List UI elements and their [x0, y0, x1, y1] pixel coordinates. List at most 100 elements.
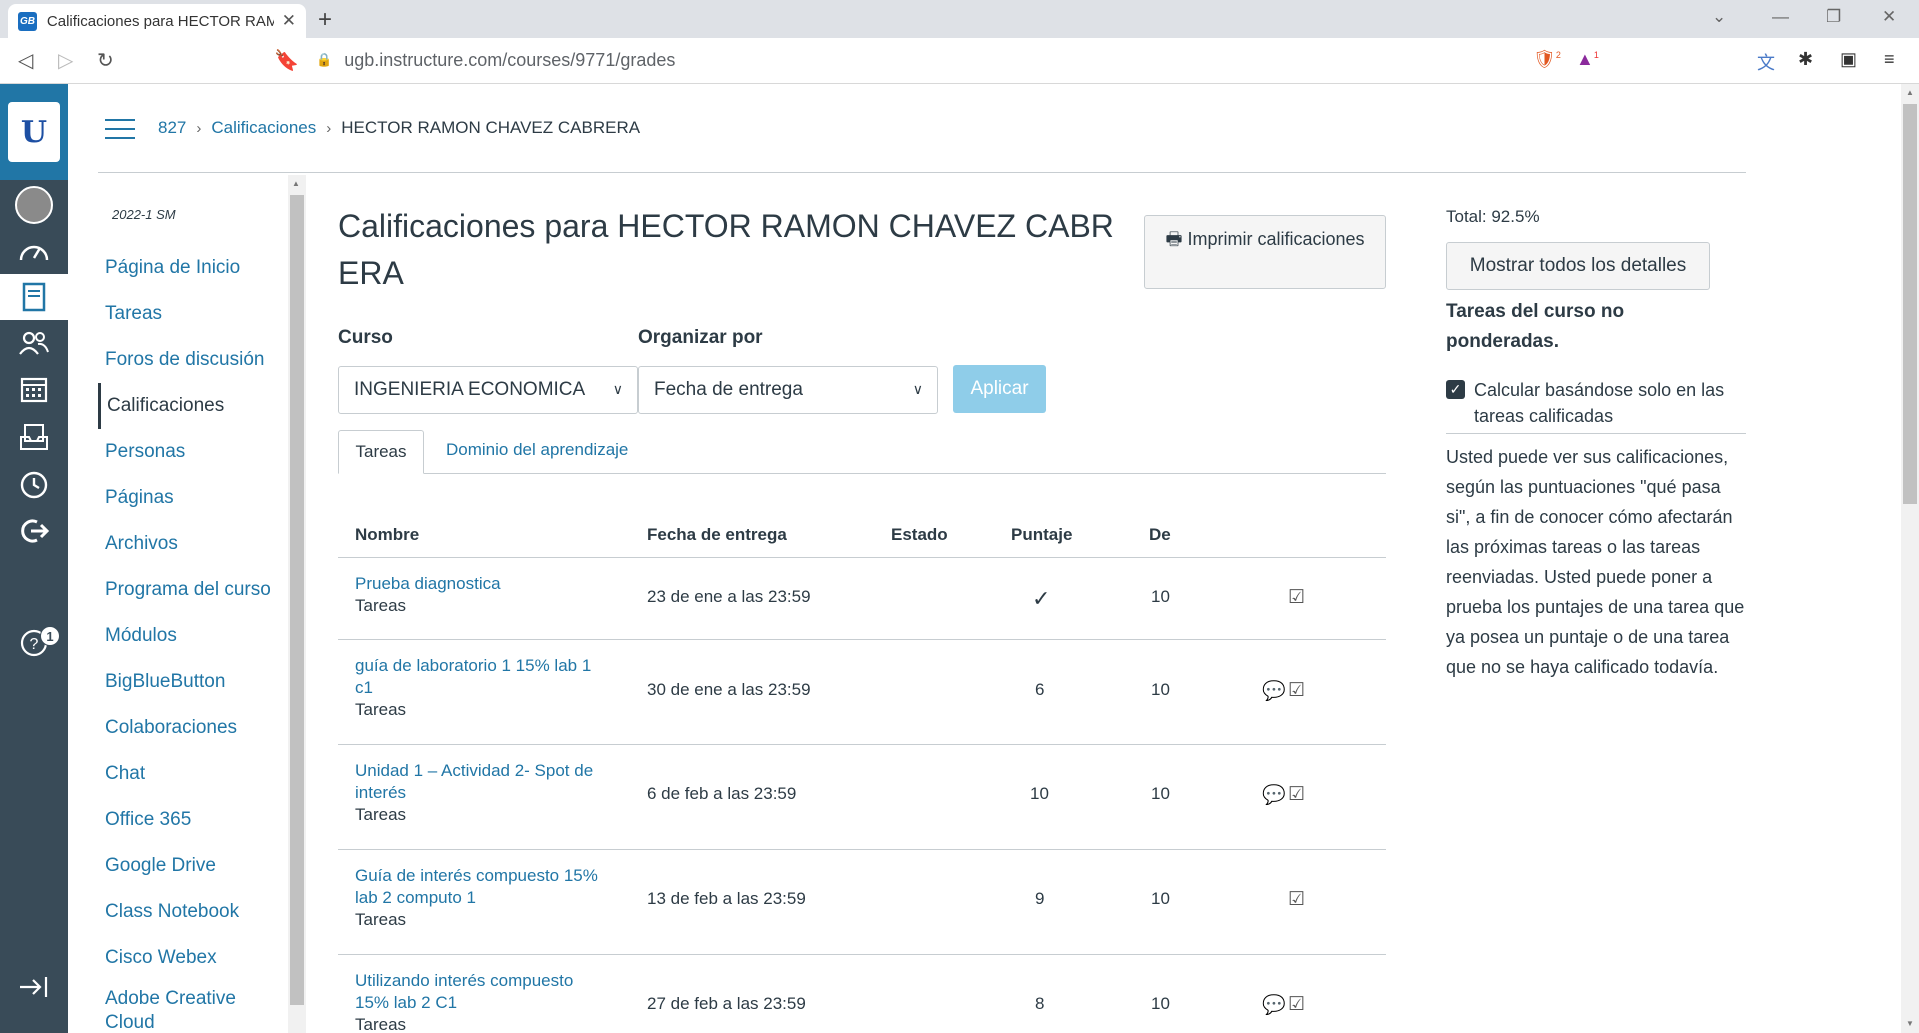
tab-learning-mastery[interactable]: Dominio del aprendizaje — [446, 440, 628, 460]
nav-help[interactable]: ? 1 — [0, 620, 68, 666]
nav-commons[interactable] — [0, 508, 68, 554]
minimize-icon[interactable]: — — [1772, 7, 1789, 27]
rubric-icon[interactable]: ☑ — [1288, 586, 1305, 609]
col-score: Puntaje — [1011, 525, 1073, 544]
course-nav-collaborations[interactable]: Colaboraciones — [98, 705, 271, 751]
comments-icon[interactable]: 💬 — [1262, 679, 1286, 703]
course-nav-cisco-webex[interactable]: Cisco Webex — [98, 935, 271, 981]
col-due: Fecha de entrega — [647, 525, 787, 544]
translate-icon[interactable]: 文 — [1757, 49, 1775, 75]
scroll-thumb[interactable] — [1903, 104, 1917, 504]
course-nav-home[interactable]: Página de Inicio — [98, 245, 271, 291]
tab-assignments[interactable]: Tareas — [338, 430, 424, 474]
nav-account[interactable] — [0, 182, 68, 228]
nav-courses[interactable] — [0, 274, 68, 320]
bookmark-icon[interactable]: 🔖 — [274, 48, 299, 73]
nav-groups[interactable] — [0, 320, 68, 366]
nav-collapse[interactable] — [0, 964, 68, 1010]
institution-logo[interactable]: U — [0, 84, 68, 180]
rubric-icon[interactable]: ☑ — [1288, 783, 1305, 806]
breadcrumb-grades[interactable]: Calificaciones — [211, 118, 316, 138]
close-tab-icon[interactable]: ✕ — [282, 11, 296, 31]
brave-rewards-icon[interactable]: ▲1 — [1576, 49, 1599, 70]
course-nav-discussions[interactable]: Foros de discusión — [98, 337, 271, 383]
nav-inbox[interactable] — [0, 414, 68, 460]
forward-icon[interactable]: ▷ — [58, 48, 73, 73]
groups-icon — [19, 331, 49, 355]
tab-title: Calificaciones para HECTOR RAMON CHAVEZ … — [46, 12, 274, 30]
score: 9 — [1035, 889, 1045, 908]
assignment-group: Tareas — [355, 700, 407, 719]
scroll-up-icon[interactable]: ▲ — [1906, 88, 1914, 97]
course-nav-grades[interactable]: Calificaciones — [98, 383, 271, 429]
graded-only-label[interactable]: Calcular basándose solo en las tareas ca… — [1474, 377, 1754, 429]
back-icon[interactable]: ◁ — [18, 48, 33, 73]
assignment-link[interactable]: Prueba diagnostica — [355, 573, 605, 595]
course-nav-syllabus[interactable]: Programa del curso — [98, 567, 271, 613]
unweighted-note: Tareas del curso no ponderadas. — [1446, 301, 1625, 352]
comments-icon[interactable]: 💬 — [1262, 993, 1286, 1017]
breadcrumb-course[interactable]: 827 — [158, 118, 186, 138]
print-grades-button[interactable]: 🖶 Imprimir calificaciones — [1144, 215, 1386, 289]
course-nav-class-notebook[interactable]: Class Notebook — [98, 889, 271, 935]
avatar — [15, 186, 53, 224]
brave-shield-icon[interactable]: 🛡2 — [1533, 49, 1561, 70]
assignment-link[interactable]: Unidad 1 – Actividad 2- Spot de interés — [355, 760, 605, 804]
nav-dashboard[interactable] — [0, 228, 68, 274]
rubric-icon[interactable]: ☑ — [1288, 679, 1305, 702]
course-nav-files[interactable]: Archivos — [98, 521, 271, 567]
assignment-group: Tareas — [355, 910, 407, 929]
restore-icon[interactable]: ❐ — [1826, 7, 1841, 27]
table-row: Guía de interés compuesto 15% lab 2 comp… — [338, 850, 1386, 954]
scroll-down-icon[interactable]: ▼ — [1906, 1019, 1914, 1028]
reload-icon[interactable]: ↻ — [97, 48, 114, 73]
course-nav-google-drive[interactable]: Google Drive — [98, 843, 271, 889]
dashboard-icon — [19, 245, 49, 261]
browser-tab[interactable]: GB Calificaciones para HECTOR RAMON CHAV… — [8, 4, 306, 38]
course-nav-office365[interactable]: Office 365 — [98, 797, 271, 843]
tab-search-icon[interactable]: ⌄ — [1712, 7, 1726, 27]
nav-calendar[interactable] — [0, 366, 68, 412]
nav-history[interactable] — [0, 462, 68, 508]
new-tab-icon[interactable]: + — [318, 6, 332, 34]
course-select[interactable]: INGENIERIA ECONOMICA ∨ — [338, 366, 638, 414]
course-nav-pages[interactable]: Páginas — [98, 475, 271, 521]
assignment-cell: guía de laboratorio 1 15% lab 1 c1 Tarea… — [355, 655, 605, 721]
page-scrollbar[interactable]: ▲ ▼ — [1901, 84, 1919, 1033]
inbox-icon — [20, 424, 48, 450]
show-all-details-button[interactable]: Mostrar todos los detalles — [1446, 242, 1710, 290]
due-date: 30 de ene a las 23:59 — [647, 680, 811, 699]
university-logo-icon: U — [8, 102, 60, 162]
apply-button[interactable]: Aplicar — [953, 365, 1046, 413]
rubric-icon[interactable]: ☑ — [1288, 993, 1305, 1016]
graded-only-checkbox[interactable]: ✓ — [1446, 380, 1465, 399]
wallet-icon[interactable]: ▣ — [1840, 49, 1857, 70]
comments-icon[interactable]: 💬 — [1262, 783, 1286, 807]
window-close-icon[interactable]: ✕ — [1882, 7, 1896, 27]
assignment-link[interactable]: Guía de interés compuesto 15% lab 2 comp… — [355, 865, 605, 909]
course-nav-assignments[interactable]: Tareas — [98, 291, 271, 337]
what-if-description: Usted puede ver sus calificaciones, segú… — [1446, 447, 1745, 677]
course-nav-bigbluebutton[interactable]: BigBlueButton — [98, 659, 271, 705]
course-nav-scrollbar[interactable]: ▲ — [288, 175, 306, 1033]
address-bar: ◁ ▷ ↻ 🔖 🔒 ugb.instructure.com/courses/97… — [0, 38, 1919, 84]
extensions-icon[interactable]: ✱ — [1798, 49, 1813, 70]
commons-icon — [21, 519, 49, 543]
assignment-link[interactable]: guía de laboratorio 1 15% lab 1 c1 — [355, 655, 605, 699]
course-nav-adobe[interactable]: Adobe Creative Cloud — [98, 981, 268, 1033]
rubric-icon[interactable]: ☑ — [1288, 888, 1305, 911]
scroll-thumb[interactable] — [290, 195, 304, 1005]
menu-icon[interactable]: ≡ — [1884, 49, 1895, 70]
course-nav-people[interactable]: Personas — [98, 429, 271, 475]
clock-icon — [20, 471, 48, 499]
course-nav-modules[interactable]: Módulos — [98, 613, 271, 659]
arrange-select[interactable]: Fecha de entrega ∨ — [638, 366, 938, 414]
assignment-group: Tareas — [355, 805, 407, 824]
assignment-link[interactable]: Utilizando interés compuesto 15% lab 2 C… — [355, 970, 605, 1014]
course-nav-chat[interactable]: Chat — [98, 751, 271, 797]
course-menu-toggle[interactable] — [105, 119, 135, 139]
scroll-up-icon[interactable]: ▲ — [292, 179, 300, 188]
help-badge: 1 — [40, 626, 60, 646]
url-field[interactable]: 🔒 ugb.instructure.com/courses/9771/grade… — [312, 43, 1607, 77]
assignment-cell: Prueba diagnostica Tareas — [355, 573, 605, 617]
